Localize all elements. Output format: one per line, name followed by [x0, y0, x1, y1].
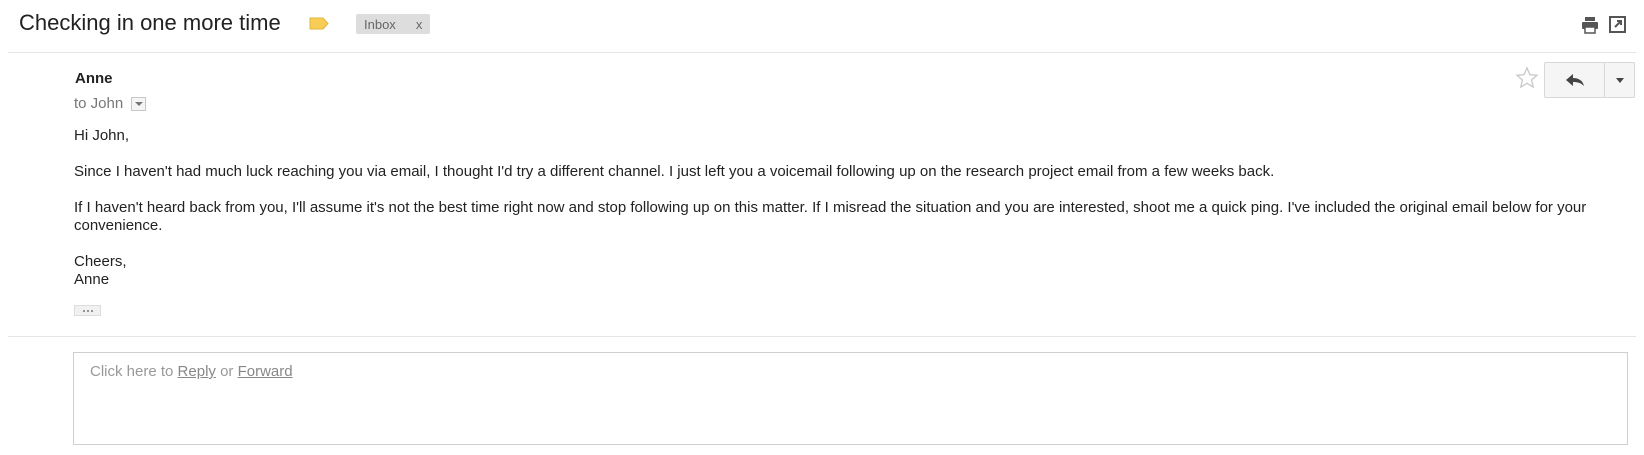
- message-greeting: Hi John,: [74, 127, 130, 144]
- header-divider: [8, 52, 1636, 53]
- show-details-button[interactable]: [131, 96, 147, 111]
- sender-name[interactable]: Anne: [75, 70, 113, 87]
- message-signature: Anne: [74, 271, 110, 288]
- reply-button-group: [1544, 62, 1635, 98]
- ellipsis-dot: [82, 309, 85, 312]
- message-closing: Cheers,: [74, 253, 127, 270]
- inbox-label-chip[interactable]: Inbox x: [356, 14, 431, 34]
- new-window-icon[interactable]: [1609, 16, 1626, 33]
- forward-link[interactable]: Forward: [238, 363, 293, 380]
- remove-label-button[interactable]: x: [416, 17, 423, 32]
- thread-subject: Checking in one more time: [19, 10, 281, 35]
- inbox-label-text: Inbox: [364, 16, 396, 32]
- recipient-text: to John: [74, 95, 124, 112]
- star-icon[interactable]: [1515, 66, 1539, 90]
- message-paragraph-1: Since I haven't had much luck reaching y…: [74, 163, 1275, 180]
- reply-arrow-icon: [1565, 74, 1584, 86]
- reply-box[interactable]: Click here to Reply or Forward: [73, 352, 1628, 445]
- recipient-line: to John: [74, 95, 147, 112]
- print-icon[interactable]: [1581, 16, 1599, 34]
- message-paragraph-2: If I haven't heard back from you, I'll a…: [74, 199, 1587, 234]
- reply-prompt-prefix: Click here to: [90, 363, 178, 380]
- show-trimmed-content-button[interactable]: [74, 305, 101, 316]
- ellipsis-dot: [86, 309, 89, 312]
- thread-header: Checking in one more time Inbox x: [0, 0, 1644, 52]
- reply-link[interactable]: Reply: [178, 363, 216, 380]
- reply-prompt-or: or: [215, 363, 238, 380]
- reply-prompt: Click here to Reply or Forward: [90, 363, 293, 380]
- message-divider: [8, 336, 1636, 337]
- ellipsis-dot: [90, 309, 93, 312]
- more-actions-button[interactable]: [1605, 63, 1634, 97]
- label-tag-icon[interactable]: [309, 17, 329, 30]
- chevron-down-icon: [1615, 77, 1624, 83]
- reply-button[interactable]: [1545, 63, 1606, 97]
